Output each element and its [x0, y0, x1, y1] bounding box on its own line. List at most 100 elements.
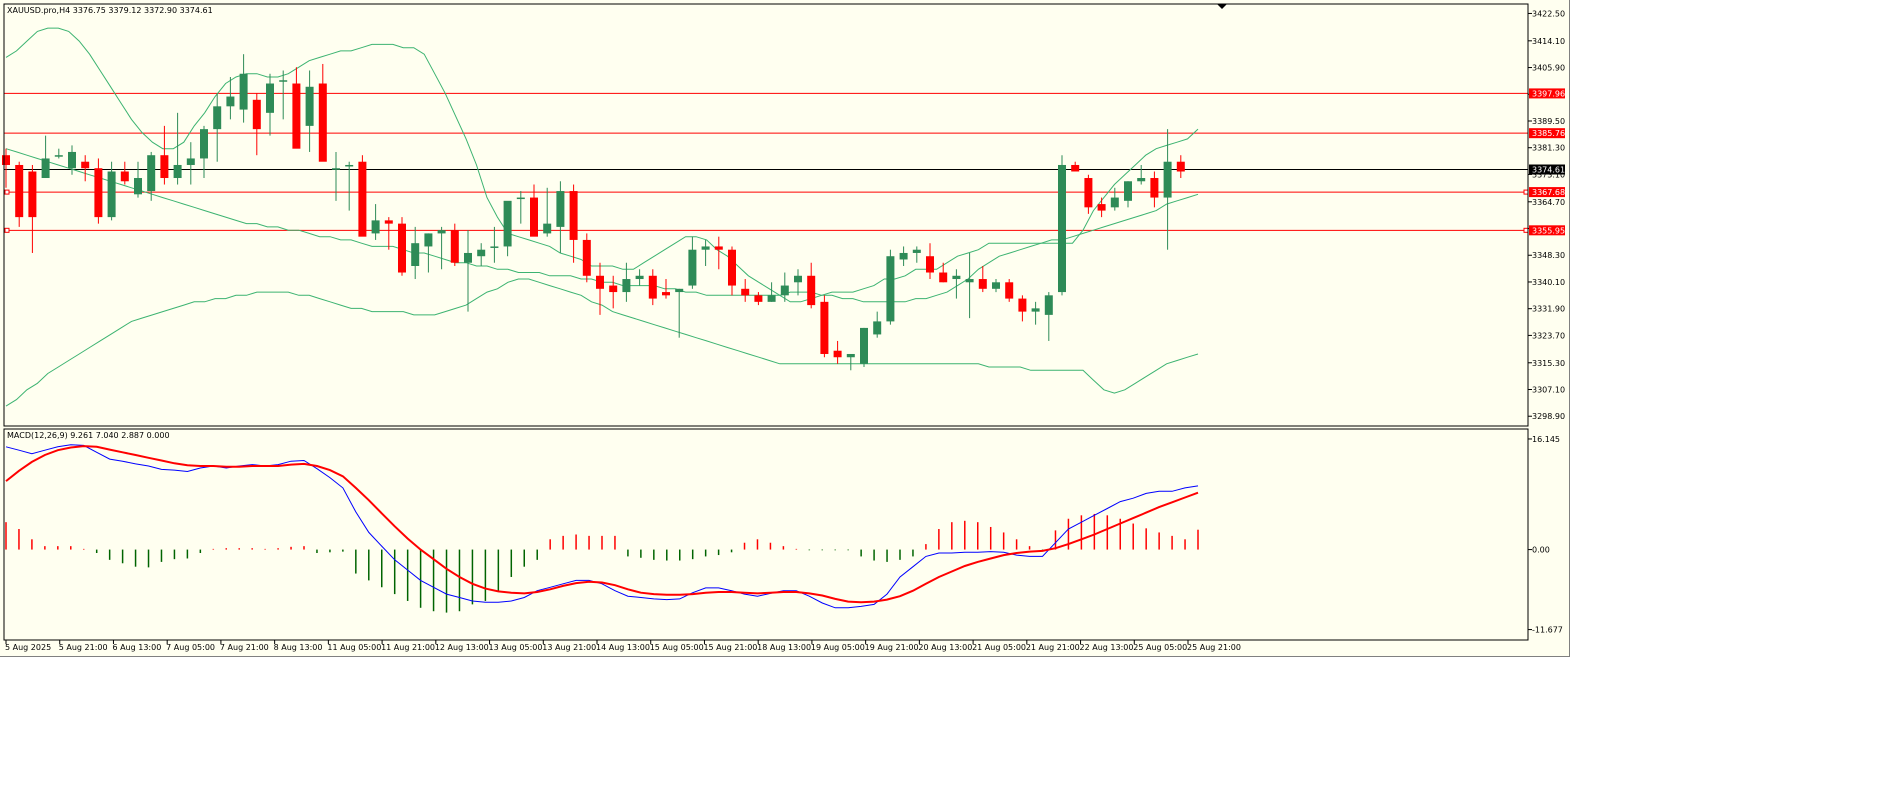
bear-candle-body[interactable]	[582, 239, 591, 276]
bull-candle-body[interactable]	[846, 353, 855, 358]
bear-candle-body[interactable]	[1071, 164, 1080, 172]
bull-candle-body[interactable]	[780, 285, 789, 296]
level-handle-icon[interactable]	[1523, 189, 1529, 195]
bear-candle-body[interactable]	[833, 350, 842, 358]
bull-candle-body[interactable]	[200, 129, 208, 159]
bear-candle-body[interactable]	[160, 155, 169, 179]
bull-candle-body[interactable]	[688, 249, 697, 286]
bear-candle-body[interactable]	[569, 191, 578, 240]
bull-candle-body[interactable]	[794, 275, 802, 283]
bull-candle-body[interactable]	[701, 246, 710, 250]
chart-shift-marker-icon[interactable]	[1217, 4, 1227, 9]
level-handle-icon[interactable]	[4, 227, 10, 233]
bull-candle-body[interactable]	[437, 230, 446, 234]
bear-candle-body[interactable]	[926, 256, 934, 273]
bull-candle-body[interactable]	[332, 168, 340, 170]
bear-candle-body[interactable]	[714, 246, 723, 250]
bull-candle-body[interactable]	[1124, 181, 1132, 201]
bull-candle-body[interactable]	[54, 155, 63, 157]
bear-candle-body[interactable]	[15, 164, 24, 218]
bear-candle-body[interactable]	[318, 83, 327, 162]
bull-candle-body[interactable]	[965, 279, 974, 283]
bear-candle-body[interactable]	[609, 285, 618, 293]
bull-candle-body[interactable]	[147, 155, 156, 192]
bull-candle-body[interactable]	[992, 282, 1000, 289]
bear-candle-body[interactable]	[1005, 282, 1014, 299]
time-tick-label: 15 Aug 05:00	[650, 643, 704, 652]
bull-candle-body[interactable]	[68, 151, 76, 169]
bear-candle-body[interactable]	[1150, 178, 1159, 198]
bull-candle-body[interactable]	[279, 80, 288, 82]
bull-candle-body[interactable]	[305, 86, 314, 126]
bull-candle-body[interactable]	[477, 249, 486, 257]
bull-candle-body[interactable]	[107, 171, 116, 218]
bear-candle-body[interactable]	[1097, 204, 1106, 211]
level-handle-icon[interactable]	[4, 189, 10, 195]
bull-candle-body[interactable]	[239, 73, 248, 110]
bull-candle-body[interactable]	[134, 178, 142, 195]
bull-candle-body[interactable]	[873, 321, 882, 335]
bear-candle-body[interactable]	[741, 288, 750, 296]
bull-candle-body[interactable]	[41, 158, 50, 179]
bear-candle-body[interactable]	[530, 197, 538, 237]
bull-candle-body[interactable]	[503, 200, 512, 247]
bull-candle-body[interactable]	[912, 249, 921, 253]
bull-candle-body[interactable]	[424, 233, 433, 247]
bull-candle-body[interactable]	[411, 243, 420, 266]
bear-candle-body[interactable]	[450, 230, 459, 263]
bull-candle-body[interactable]	[622, 279, 631, 293]
chart-window[interactable]: 3422.503414.103405.903397.703389.503381.…	[0, 0, 1570, 657]
bull-candle-body[interactable]	[1110, 197, 1119, 208]
bear-candle-body[interactable]	[1084, 178, 1093, 208]
bear-candle-body[interactable]	[384, 220, 393, 224]
bull-candle-body[interactable]	[767, 295, 776, 302]
bear-candle-body[interactable]	[358, 161, 367, 237]
bear-candle-body[interactable]	[596, 275, 604, 289]
bear-candle-body[interactable]	[81, 161, 90, 169]
level-handle-icon[interactable]	[1523, 227, 1529, 233]
bull-candle-body[interactable]	[173, 164, 182, 179]
bull-candle-body[interactable]	[635, 275, 644, 280]
bull-candle-body[interactable]	[675, 288, 684, 293]
bull-candle-body[interactable]	[213, 106, 222, 130]
bull-candle-body[interactable]	[543, 223, 552, 234]
bear-candle-body[interactable]	[807, 275, 816, 306]
bear-candle-body[interactable]	[1018, 298, 1027, 312]
bull-candle-body[interactable]	[186, 158, 195, 165]
bear-candle-body[interactable]	[292, 83, 301, 149]
bull-candle-body[interactable]	[464, 252, 472, 263]
bull-candle-body[interactable]	[226, 96, 235, 107]
bear-candle-body[interactable]	[939, 272, 948, 283]
bull-candle-body[interactable]	[371, 220, 380, 234]
bull-candle-body[interactable]	[345, 164, 354, 167]
price-tick-label: 3298.90	[1532, 412, 1565, 421]
bear-candle-body[interactable]	[978, 279, 987, 289]
bull-candle-body[interactable]	[1137, 178, 1146, 182]
bull-candle-body[interactable]	[899, 252, 908, 260]
bear-candle-body[interactable]	[820, 301, 829, 354]
bull-candle-body[interactable]	[860, 327, 868, 364]
bear-candle-body[interactable]	[2, 155, 10, 165]
bull-candle-body[interactable]	[490, 246, 499, 248]
bull-candle-body[interactable]	[516, 197, 525, 200]
bull-candle-body[interactable]	[1044, 295, 1053, 315]
bear-candle-body[interactable]	[120, 171, 129, 182]
bear-candle-body[interactable]	[28, 171, 37, 218]
macd-tick-label: -11.677	[1532, 626, 1563, 635]
bear-candle-body[interactable]	[662, 292, 670, 296]
chart-canvas[interactable]: 3422.503414.103405.903397.703389.503381.…	[0, 0, 1569, 656]
bull-candle-body[interactable]	[266, 83, 274, 113]
bear-candle-body[interactable]	[252, 99, 261, 130]
bull-candle-body[interactable]	[556, 191, 565, 227]
bull-candle-body[interactable]	[1163, 161, 1172, 198]
bear-candle-body[interactable]	[1176, 161, 1185, 172]
bear-candle-body[interactable]	[754, 295, 763, 302]
bear-candle-body[interactable]	[648, 275, 657, 299]
bear-candle-body[interactable]	[728, 249, 736, 286]
bull-candle-body[interactable]	[1031, 308, 1040, 312]
bull-candle-body[interactable]	[886, 256, 895, 322]
bear-candle-body[interactable]	[398, 223, 406, 273]
bull-candle-body[interactable]	[952, 275, 961, 280]
bear-candle-body[interactable]	[94, 168, 103, 218]
bull-candle-body[interactable]	[1058, 164, 1066, 293]
